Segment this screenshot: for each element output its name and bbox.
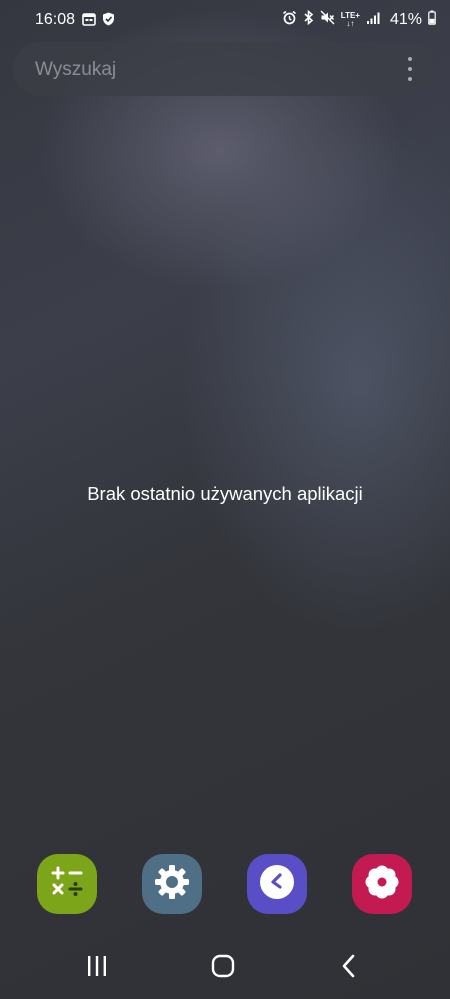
- status-bar: 16:08 LTE+ ↓↑ 41%: [0, 0, 450, 40]
- settings-icon: [152, 862, 192, 907]
- navigation-bar: [0, 938, 450, 999]
- status-time: 16:08: [35, 11, 76, 28]
- search-input[interactable]: Wyszukaj: [35, 59, 116, 81]
- battery-percent: 41%: [389, 11, 422, 28]
- mute-icon: [320, 10, 335, 30]
- calculator-icon: [49, 864, 85, 905]
- back-icon: [341, 954, 357, 983]
- lte-icon: LTE+ ↓↑: [341, 12, 360, 28]
- more-vertical-icon: [408, 57, 412, 61]
- gallery-app[interactable]: [352, 854, 412, 914]
- home-button[interactable]: [203, 952, 243, 984]
- status-left-icons: [82, 12, 115, 31]
- recents-icon: [85, 955, 109, 982]
- settings-app[interactable]: [142, 854, 202, 914]
- shield-icon: [102, 12, 115, 31]
- bluetooth-icon: [303, 9, 314, 30]
- recents-button[interactable]: [77, 952, 117, 984]
- back-button[interactable]: [329, 952, 369, 984]
- alarm-icon: [282, 10, 297, 30]
- signal-icon: [366, 11, 380, 30]
- more-options-button[interactable]: [400, 55, 420, 83]
- gallery-icon: [362, 862, 402, 907]
- clock-icon: [258, 863, 296, 906]
- calculator-app[interactable]: [37, 854, 97, 914]
- empty-recents-message: Brak ostatnio używanych aplikacji: [87, 483, 363, 504]
- clock-app[interactable]: [247, 854, 307, 914]
- calendar-icon: [82, 12, 96, 31]
- home-icon: [211, 954, 235, 983]
- data-arrows: ↓↑: [346, 19, 355, 28]
- battery-icon: [428, 10, 436, 30]
- status-right-icons: LTE+ ↓↑ 41%: [282, 9, 436, 30]
- search-bar[interactable]: Wyszukaj: [13, 42, 436, 96]
